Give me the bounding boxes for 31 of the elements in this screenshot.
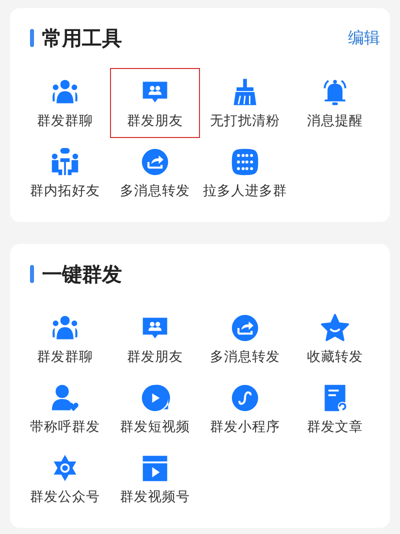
- link-circle-icon: [230, 383, 260, 413]
- tool-item[interactable]: 多消息转发: [200, 304, 290, 374]
- tool-item[interactable]: 带称呼群发: [20, 374, 110, 444]
- section-title: 常用工具: [42, 24, 123, 52]
- share-icon: [140, 147, 170, 177]
- tool-item[interactable]: 群内拓好友: [20, 138, 110, 208]
- tool-item[interactable]: 收藏转发: [290, 304, 380, 374]
- tool-item[interactable]: 消息提醒: [290, 68, 380, 138]
- tool-item[interactable]: 群发朋友: [110, 304, 200, 374]
- tool-item[interactable]: 群发公众号: [20, 444, 110, 514]
- tool-item[interactable]: 群发短视频: [110, 374, 200, 444]
- tool-item[interactable]: 群发文章: [290, 374, 380, 444]
- accent-bar: [30, 265, 34, 283]
- share-icon: [230, 313, 260, 343]
- group-grid-icon: [230, 147, 260, 177]
- section-title: 一键群发: [42, 260, 123, 288]
- accent-bar: [30, 29, 34, 47]
- meeting-icon: [50, 147, 80, 177]
- clapperboard-icon: [140, 453, 170, 483]
- tool-item[interactable]: 群发群聊: [20, 68, 110, 138]
- tool-item[interactable]: 无打扰清粉: [200, 68, 290, 138]
- play-bubble-icon: [140, 383, 170, 413]
- star-icon: [320, 313, 350, 343]
- user-heart-icon: [50, 383, 80, 413]
- tool-item[interactable]: 群发群聊: [20, 304, 110, 374]
- tool-item[interactable]: 多消息转发: [110, 138, 200, 208]
- tool-item[interactable]: 群发视频号: [110, 444, 200, 514]
- edit-link[interactable]: 编辑: [348, 28, 380, 48]
- tool-item[interactable]: 群发朋友: [110, 68, 200, 138]
- tool-item[interactable]: 拉多人进多群: [200, 138, 290, 208]
- tool-item[interactable]: 群发小程序: [200, 374, 290, 444]
